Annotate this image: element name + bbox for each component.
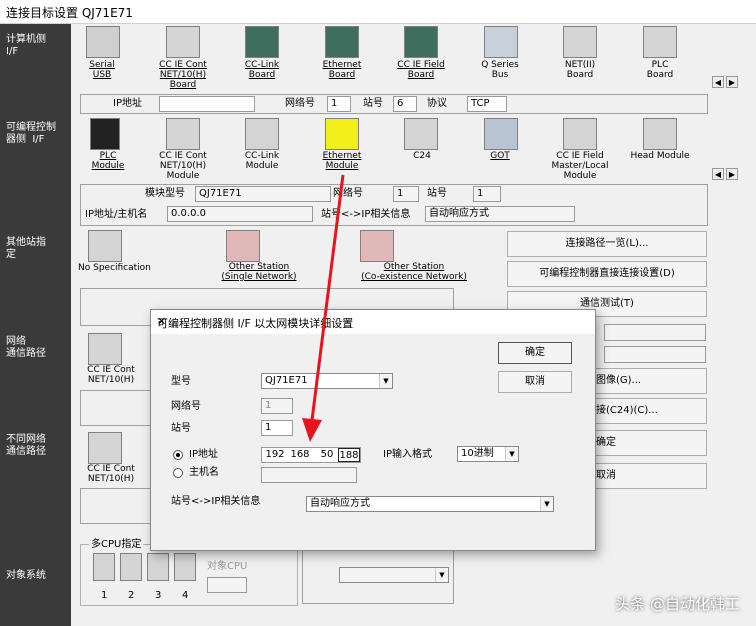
annotation-arrow xyxy=(302,174,345,442)
arrow-line xyxy=(310,174,345,421)
arrow-head xyxy=(302,418,322,442)
watermark: 头条 @自动化韩工 xyxy=(615,595,740,613)
